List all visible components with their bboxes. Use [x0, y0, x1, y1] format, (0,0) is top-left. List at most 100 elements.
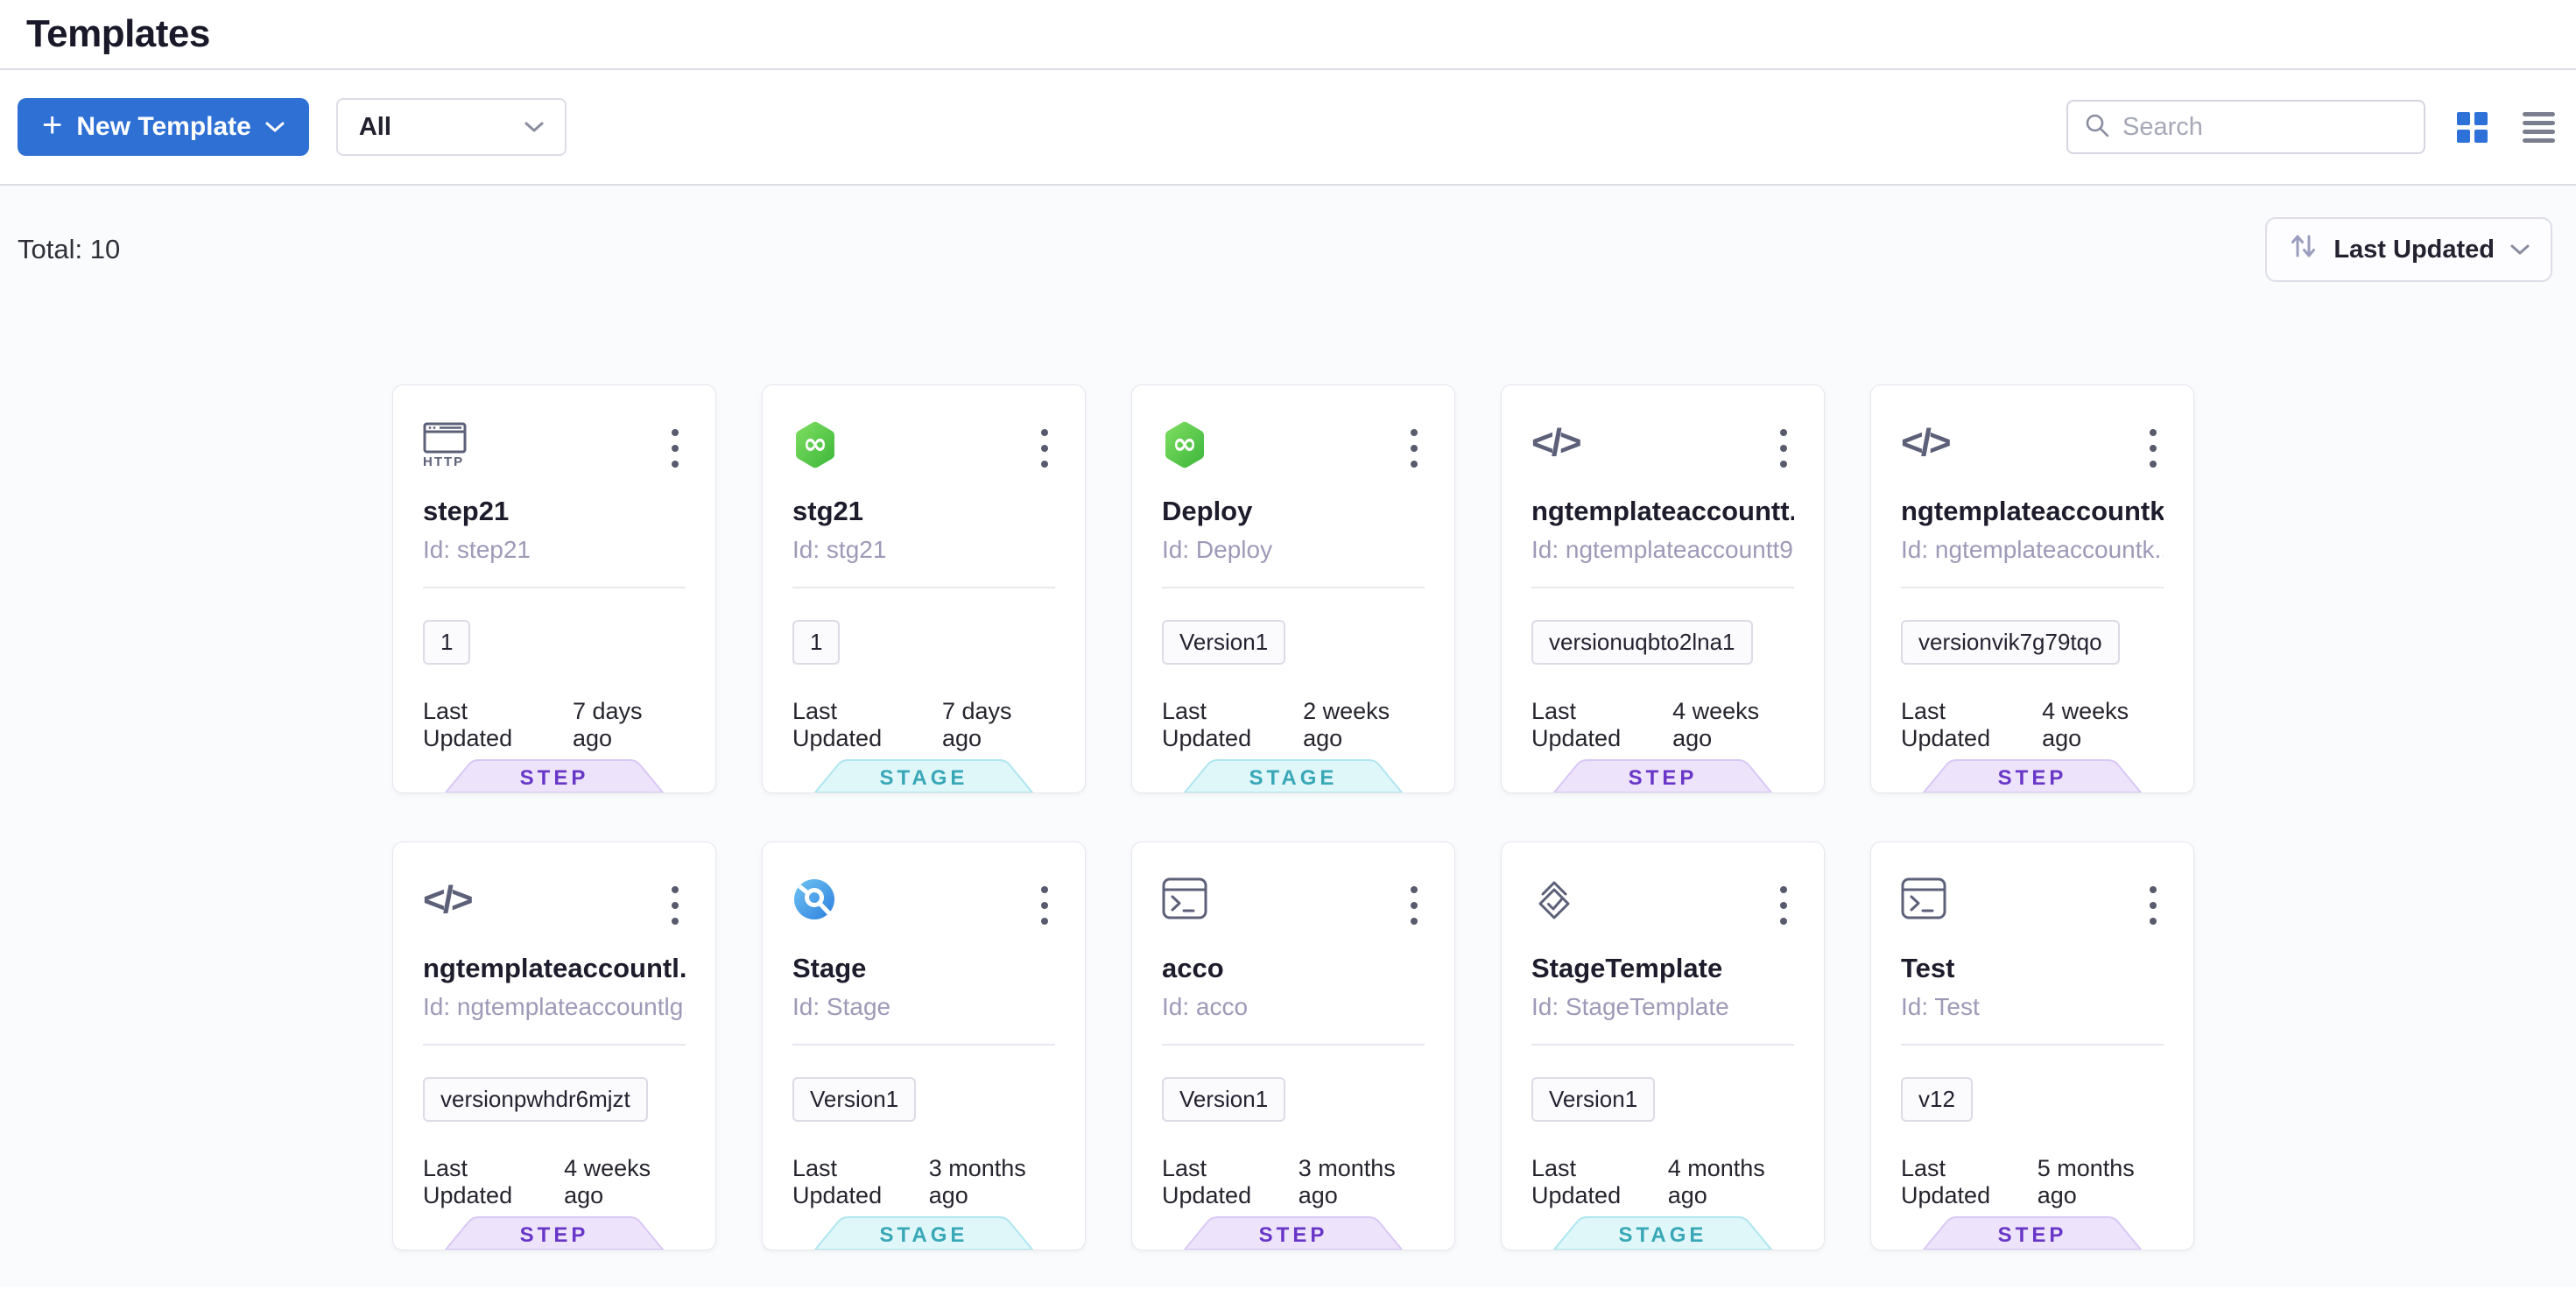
version-chip: Version1	[1531, 1077, 1655, 1122]
badge-label: STEP	[445, 1223, 664, 1248]
last-updated-value: 3 months ago	[929, 1155, 1055, 1209]
sort-dropdown[interactable]: Last Updated	[2265, 217, 2552, 282]
version-chip: v12	[1901, 1077, 1973, 1122]
badge-label: STEP	[1553, 766, 1772, 791]
last-updated-label: Last Updated	[792, 1155, 917, 1209]
template-card[interactable]: Test Id: Test v12 Last Updated 5 months …	[1870, 842, 2194, 1250]
grid-view-button[interactable]	[2453, 109, 2491, 146]
card-menu-button[interactable]	[2143, 422, 2164, 475]
template-name: step21	[423, 496, 686, 527]
chevron-down-icon	[265, 121, 285, 133]
template-card[interactable]: HTTP step21 Id: step21 1 Last Updated 7 …	[392, 384, 716, 793]
badge-label: STEP	[1923, 766, 2142, 791]
template-grid: HTTP step21 Id: step21 1 Last Updated 7 …	[392, 384, 2194, 1250]
template-name: ngtemplateaccountt...	[1531, 496, 1794, 527]
last-updated-label: Last Updated	[423, 698, 560, 752]
template-card[interactable]: ∞ stg21 Id: stg21 1 Last Updated 7 days …	[762, 384, 1086, 793]
card-menu-button[interactable]	[1404, 422, 1425, 475]
template-card[interactable]: StageTemplate Id: StageTemplate Version1…	[1501, 842, 1825, 1250]
last-updated-label: Last Updated	[1901, 1155, 2025, 1209]
card-menu-button[interactable]	[1404, 879, 1425, 932]
code-icon: </>	[423, 877, 471, 923]
filter-value: All	[359, 113, 391, 142]
template-type-filter[interactable]: All	[336, 98, 567, 156]
version-chip: 1	[423, 620, 470, 665]
version-chip: versionpwhdr6mjzt	[423, 1077, 648, 1122]
grid-view-icon	[2457, 112, 2488, 143]
list-view-icon	[2523, 112, 2555, 143]
template-name: ngtemplateaccountl...	[423, 953, 686, 984]
toolbar-right	[2066, 100, 2558, 154]
new-template-label: New Template	[76, 112, 251, 142]
template-card[interactable]: Stage Id: Stage Version1 Last Updated 3 …	[762, 842, 1086, 1250]
total-count: Total: 10	[18, 234, 120, 265]
card-menu-button[interactable]	[2143, 879, 2164, 932]
last-updated-value: 4 weeks ago	[2042, 698, 2164, 752]
badge-label: STEP	[1184, 1223, 1403, 1248]
last-updated-label: Last Updated	[423, 1155, 552, 1209]
badge-label: STAGE	[1184, 766, 1403, 791]
badge-label: STAGE	[814, 766, 1033, 791]
template-id: Id: step21	[423, 536, 686, 564]
template-card[interactable]: </> ngtemplateaccountt... Id: ngtemplate…	[1501, 384, 1825, 793]
list-view-button[interactable]	[2519, 109, 2558, 146]
template-id: Id: Deploy	[1162, 536, 1425, 564]
type-badge: STAGE	[814, 759, 1033, 792]
http-icon: HTTP	[423, 420, 468, 468]
card-menu-button[interactable]	[665, 879, 686, 932]
card-menu-button[interactable]	[665, 422, 686, 475]
type-badge: STEP	[1923, 759, 2142, 792]
last-updated-label: Last Updated	[1531, 698, 1660, 752]
type-badge: STAGE	[814, 1216, 1033, 1250]
sort-arrows-icon	[2288, 231, 2318, 268]
template-id: Id: ngtemplateaccountk...	[1901, 536, 2164, 564]
cd-hexagon-icon: ∞	[792, 420, 838, 469]
template-id: Id: stg21	[792, 536, 1055, 564]
template-card[interactable]: </> ngtemplateaccountk... Id: ngtemplate…	[1870, 384, 2194, 793]
card-menu-button[interactable]	[1034, 422, 1055, 475]
last-updated-label: Last Updated	[1162, 698, 1291, 752]
version-chip: Version1	[1162, 1077, 1285, 1122]
version-chip: Version1	[792, 1077, 916, 1122]
version-chip: versionuqbto2lna1	[1531, 620, 1753, 665]
card-menu-button[interactable]	[1773, 879, 1794, 932]
search-input[interactable]	[2122, 113, 2408, 142]
template-id: Id: StageTemplate	[1531, 993, 1794, 1021]
toolbar: + New Template All	[0, 70, 2576, 186]
chevron-down-icon	[524, 121, 544, 133]
last-updated-label: Last Updated	[1162, 1155, 1286, 1209]
svg-text:HTTP: HTTP	[423, 454, 464, 468]
template-name: Stage	[792, 953, 1055, 984]
template-card[interactable]: acco Id: acco Version1 Last Updated 3 mo…	[1131, 842, 1455, 1250]
custom-stage-icon	[792, 877, 836, 921]
template-name: Deploy	[1162, 496, 1425, 527]
template-id: Id: acco	[1162, 993, 1425, 1021]
new-template-button[interactable]: + New Template	[18, 98, 309, 156]
template-name: Test	[1901, 953, 2164, 984]
template-card[interactable]: </> ngtemplateaccountl... Id: ngtemplate…	[392, 842, 716, 1250]
type-badge: STEP	[1184, 1216, 1403, 1250]
svg-text:∞: ∞	[803, 426, 827, 461]
terminal-icon	[1162, 877, 1207, 919]
type-badge: STAGE	[1553, 1216, 1772, 1250]
last-updated-value: 4 months ago	[1668, 1155, 1794, 1209]
type-badge: STEP	[1553, 759, 1772, 792]
template-id: Id: Stage	[792, 993, 1055, 1021]
type-badge: STAGE	[1184, 759, 1403, 792]
page-header: Templates	[0, 0, 2576, 70]
svg-text:∞: ∞	[1172, 426, 1197, 461]
code-icon: </>	[1901, 420, 1949, 466]
last-updated-value: 4 weeks ago	[564, 1155, 686, 1209]
search-box[interactable]	[2066, 100, 2425, 154]
badge-label: STAGE	[814, 1223, 1033, 1248]
template-card[interactable]: ∞ Deploy Id: Deploy Version1 Last Update…	[1131, 384, 1455, 793]
chevron-down-icon	[2510, 243, 2530, 256]
last-updated-label: Last Updated	[1531, 1155, 1656, 1209]
template-name: stg21	[792, 496, 1055, 527]
card-menu-button[interactable]	[1034, 879, 1055, 932]
templates-content: Total: 10 Last Updated HTTP step21 Id: s…	[0, 186, 2576, 1287]
card-menu-button[interactable]	[1773, 422, 1794, 475]
sort-label: Last Updated	[2333, 236, 2495, 264]
template-name: ngtemplateaccountk...	[1901, 496, 2164, 527]
type-badge: STEP	[445, 759, 664, 792]
